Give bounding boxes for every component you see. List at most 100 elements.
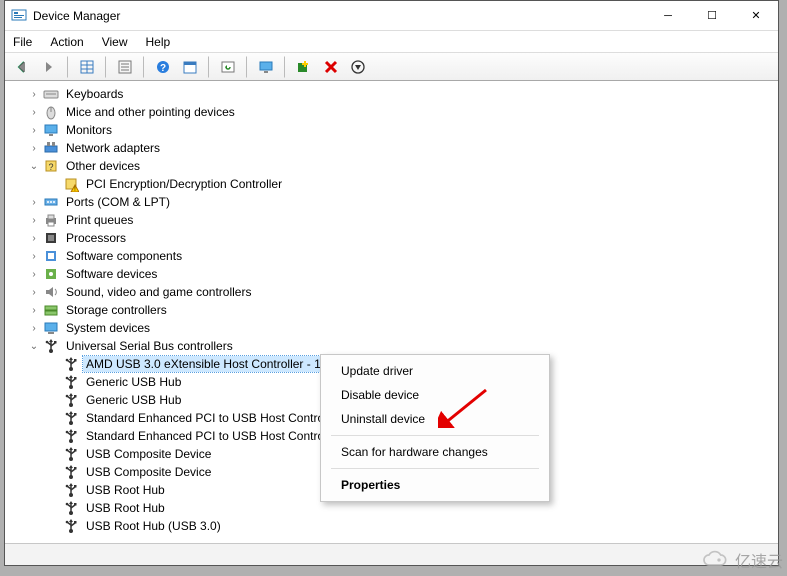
toolbar-back-button[interactable] [11, 56, 33, 78]
context-menu-separator [331, 435, 539, 436]
expander-icon[interactable]: › [27, 195, 41, 209]
tree-label: Ports (COM & LPT) [63, 194, 173, 210]
maximize-button[interactable]: ☐ [690, 1, 734, 31]
audio-icon [43, 284, 59, 300]
tree-category[interactable]: ⌄?Other devices [11, 157, 778, 175]
expander-icon[interactable]: ⌄ [27, 339, 41, 353]
tree-label: System devices [63, 320, 153, 336]
tree-label: Generic USB Hub [83, 392, 184, 408]
port-icon [43, 194, 59, 210]
context-menu-item[interactable]: Scan for hardware changes [321, 440, 549, 464]
keyboard-icon [43, 86, 59, 102]
context-menu-item[interactable]: Update driver [321, 359, 549, 383]
cpu-icon [43, 230, 59, 246]
expander-icon[interactable]: › [27, 285, 41, 299]
toolbar-down-circle-button[interactable] [347, 56, 369, 78]
expander-icon[interactable]: › [27, 87, 41, 101]
expander-icon[interactable]: › [27, 105, 41, 119]
tree-category[interactable]: › Monitors [11, 121, 778, 139]
toolbar-separator [105, 56, 107, 78]
app-icon [11, 8, 27, 24]
tree-category[interactable]: › Storage controllers [11, 301, 778, 319]
toolbar-separator [143, 56, 145, 78]
minimize-button[interactable]: ─ [646, 1, 690, 31]
tree-label: Keyboards [63, 86, 126, 102]
menu-file[interactable]: File [13, 35, 32, 49]
tree-label: USB Composite Device [83, 446, 214, 462]
tree-category[interactable]: › Mice and other pointing devices [11, 103, 778, 121]
tree-category[interactable]: › Sound, video and game controllers [11, 283, 778, 301]
usb-icon [63, 464, 79, 480]
usb-icon [63, 428, 79, 444]
toolbar-help-button[interactable]: ? [152, 56, 174, 78]
toolbar-forward-button[interactable] [38, 56, 60, 78]
usb-icon [63, 500, 79, 516]
toolbar-separator [67, 56, 69, 78]
tree-label: USB Root Hub (USB 3.0) [83, 518, 224, 534]
tree-category[interactable]: ›Software components [11, 247, 778, 265]
expander-icon[interactable]: › [27, 141, 41, 155]
context-menu: Update driverDisable deviceUninstall dev… [320, 354, 550, 502]
svg-text:?: ? [160, 63, 166, 74]
toolbar-delete-button[interactable] [320, 56, 342, 78]
tree-category[interactable]: › Processors [11, 229, 778, 247]
tree-category[interactable]: › Print queues [11, 211, 778, 229]
tree-label: Network adapters [63, 140, 163, 156]
expander-icon[interactable]: › [27, 321, 41, 335]
usb-icon [63, 410, 79, 426]
network-icon [43, 140, 59, 156]
menu-view[interactable]: View [102, 35, 128, 49]
context-menu-item[interactable]: Properties [321, 473, 549, 497]
tree-category[interactable]: › Network adapters [11, 139, 778, 157]
menu-action[interactable]: Action [50, 35, 83, 49]
usb-icon [63, 482, 79, 498]
tree-label: USB Root Hub [83, 482, 168, 498]
storage-icon [43, 302, 59, 318]
tree-category[interactable]: ⌄Universal Serial Bus controllers [11, 337, 778, 355]
tree-label: Software devices [63, 266, 160, 282]
expander-icon[interactable]: › [27, 123, 41, 137]
sw-dev-icon [43, 266, 59, 282]
window-title: Device Manager [33, 9, 120, 23]
tree-category[interactable]: › Keyboards [11, 85, 778, 103]
expander-icon[interactable]: ⌄ [27, 159, 41, 173]
toolbar-calendar-button[interactable] [179, 56, 201, 78]
tree-category[interactable]: › Software devices [11, 265, 778, 283]
tree-label: Standard Enhanced PCI to USB Host Contro… [83, 410, 343, 426]
menu-help[interactable]: Help [146, 35, 171, 49]
tree-label: Mice and other pointing devices [63, 104, 238, 120]
toolbar-list-button[interactable] [114, 56, 136, 78]
toolbar-add-hw-button[interactable] [293, 56, 315, 78]
tree-category[interactable]: › System devices [11, 319, 778, 337]
context-menu-item[interactable]: Uninstall device [321, 407, 549, 431]
tree-label: USB Root Hub [83, 500, 168, 516]
usb-icon [63, 374, 79, 390]
tree-label: Print queues [63, 212, 136, 228]
tree-label: Monitors [63, 122, 115, 138]
expander-icon[interactable]: › [27, 249, 41, 263]
mouse-icon [43, 104, 59, 120]
tree-label: PCI Encryption/Decryption Controller [83, 176, 285, 192]
tree-category[interactable]: › Ports (COM & LPT) [11, 193, 778, 211]
toolbar-refresh-button[interactable] [217, 56, 239, 78]
titlebar: Device Manager ─ ☐ ✕ [5, 1, 778, 31]
tree-label: Storage controllers [63, 302, 170, 318]
toolbar-props-grid-button[interactable] [76, 56, 98, 78]
close-button[interactable]: ✕ [734, 1, 778, 31]
tree-label: Sound, video and game controllers [63, 284, 254, 300]
unknown-icon: ? [43, 158, 59, 174]
toolbar-separator [246, 56, 248, 78]
usb-icon [63, 518, 79, 534]
toolbar-monitor-button[interactable] [255, 56, 277, 78]
tree-label: Processors [63, 230, 129, 246]
tree-label: Other devices [63, 158, 143, 174]
context-menu-item[interactable]: Disable device [321, 383, 549, 407]
expander-icon[interactable]: › [27, 213, 41, 227]
tree-item[interactable]: !PCI Encryption/Decryption Controller [11, 175, 778, 193]
tree-item[interactable]: USB Root Hub (USB 3.0) [11, 517, 778, 535]
tree-label: Generic USB Hub [83, 374, 184, 390]
context-menu-separator [331, 468, 539, 469]
expander-icon[interactable]: › [27, 231, 41, 245]
expander-icon[interactable]: › [27, 303, 41, 317]
expander-icon[interactable]: › [27, 267, 41, 281]
